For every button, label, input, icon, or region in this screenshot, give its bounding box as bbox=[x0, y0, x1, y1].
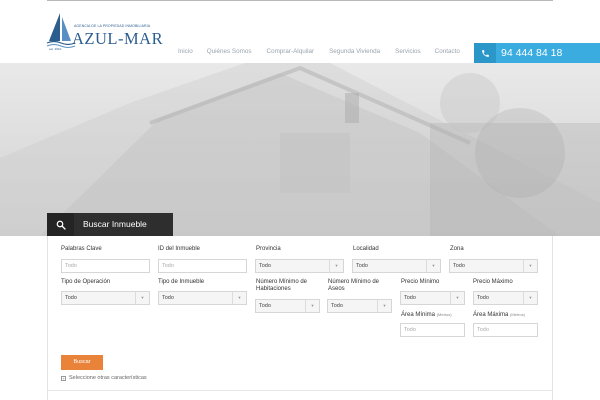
chevron-down-icon: ▼ bbox=[329, 260, 343, 272]
chevron-down-icon: ▼ bbox=[135, 292, 149, 304]
palabras-clave-input[interactable]: Todo bbox=[61, 259, 150, 273]
zona-value: Todo bbox=[453, 263, 465, 269]
zona-label: Zona bbox=[450, 246, 464, 252]
aseos-label: Número Mínimo de Aseos bbox=[328, 279, 380, 292]
more-features-label: Seleccione otras características bbox=[69, 375, 147, 381]
area-maxima-unit: (Metros) bbox=[510, 312, 525, 317]
precio-minimo-select[interactable]: Todo ▼ bbox=[400, 291, 465, 305]
area-maxima-label: Área Máxima (Metros) bbox=[473, 311, 525, 319]
palabras-clave-label: Palabras Clave bbox=[61, 246, 102, 252]
localidad-value: Todo bbox=[356, 263, 368, 269]
precio-maximo-label: Precio Máximo bbox=[473, 279, 513, 285]
precio-maximo-select[interactable]: Todo ▼ bbox=[473, 291, 538, 305]
chevron-down-icon: ▼ bbox=[426, 260, 440, 272]
area-maxima-input[interactable]: Todo bbox=[473, 323, 538, 337]
id-inmueble-input[interactable]: Todo bbox=[158, 259, 247, 273]
precio-maximo-value: Todo bbox=[477, 295, 489, 301]
search-icon bbox=[47, 213, 74, 236]
provincia-label: Provincia bbox=[256, 246, 281, 252]
tipo-inmueble-label: Tipo de Inmueble bbox=[158, 279, 205, 285]
brand-est: est. 2010 bbox=[49, 47, 62, 51]
area-minima-unit: (Metros) bbox=[436, 312, 452, 317]
nav-item-servicios[interactable]: Servicios bbox=[395, 48, 421, 58]
provincia-value: Todo bbox=[259, 263, 271, 269]
nav-item-quienes-somos[interactable]: Quiénes Somos bbox=[207, 48, 252, 58]
tipo-operacion-value: Todo bbox=[65, 295, 77, 301]
chevron-down-icon: ▼ bbox=[523, 260, 537, 272]
panel-divider bbox=[47, 390, 553, 391]
phone-number: 94 444 84 18 bbox=[501, 47, 563, 59]
precio-minimo-label: Precio Mínimo bbox=[401, 279, 440, 285]
area-maxima-label-text: Área Máxima bbox=[473, 312, 509, 318]
brand-name: AZUL-MAR bbox=[72, 29, 164, 48]
aseos-select[interactable]: Todo ▼ bbox=[327, 299, 392, 313]
tab-buscar-inmueble[interactable]: Buscar Inmueble bbox=[47, 213, 173, 236]
area-minima-label-text: Área Mínima bbox=[401, 312, 436, 318]
precio-minimo-value: Todo bbox=[404, 295, 416, 301]
tipo-operacion-label: Tipo de Operación bbox=[61, 279, 111, 285]
habitaciones-value: Todo bbox=[259, 303, 271, 309]
nav-item-contacto[interactable]: Contacto bbox=[435, 48, 460, 58]
brand-tagline: AGENCIA DE LA PROPIEDAD INMOBILIARIA bbox=[74, 24, 151, 28]
site-header: AGENCIA DE LA PROPIEDAD INMOBILIARIA AZU… bbox=[0, 1, 600, 64]
search-tab-label: Buscar Inmueble bbox=[83, 219, 147, 229]
plus-icon: + bbox=[61, 376, 66, 381]
id-inmueble-label: ID del Inmueble bbox=[158, 246, 201, 252]
buscar-button[interactable]: Buscar bbox=[61, 355, 103, 370]
localidad-select[interactable]: Todo ▼ bbox=[352, 259, 441, 273]
main-nav: Inicio Quiénes Somos Comprar-Alquilar Se… bbox=[178, 48, 460, 58]
chevron-down-icon: ▼ bbox=[377, 300, 391, 312]
hero-house-image bbox=[0, 63, 600, 236]
chevron-down-icon: ▼ bbox=[305, 300, 319, 312]
brand-logo[interactable]: AGENCIA DE LA PROPIEDAD INMOBILIARIA AZU… bbox=[46, 11, 164, 51]
zona-select[interactable]: Todo ▼ bbox=[449, 259, 538, 273]
nav-item-segunda-vivienda[interactable]: Segunda Vivienda bbox=[329, 48, 380, 58]
nav-item-inicio[interactable]: Inicio bbox=[178, 48, 193, 58]
localidad-label: Localidad bbox=[353, 246, 379, 252]
chevron-down-icon: ▼ bbox=[450, 292, 464, 304]
phone-box[interactable]: 94 444 84 18 bbox=[474, 43, 600, 64]
tipo-operacion-select[interactable]: Todo ▼ bbox=[61, 291, 150, 305]
area-minima-label: Área Mínima (Metros) bbox=[401, 311, 452, 319]
tipo-inmueble-select[interactable]: Todo ▼ bbox=[158, 291, 247, 305]
more-features-toggle[interactable]: + Seleccione otras características bbox=[61, 375, 147, 381]
tipo-inmueble-value: Todo bbox=[162, 295, 174, 301]
area-minima-input[interactable]: Todo bbox=[400, 323, 465, 337]
chevron-down-icon: ▼ bbox=[523, 292, 537, 304]
aseos-value: Todo bbox=[331, 303, 343, 309]
chevron-down-icon: ▼ bbox=[232, 292, 246, 304]
habitaciones-label: Número Mínimo de Habitaciones bbox=[256, 279, 308, 292]
habitaciones-select[interactable]: Todo ▼ bbox=[255, 299, 320, 313]
nav-item-comprar-alquilar[interactable]: Comprar-Alquilar bbox=[267, 48, 315, 58]
provincia-select[interactable]: Todo ▼ bbox=[255, 259, 344, 273]
phone-icon bbox=[474, 43, 496, 64]
hero-banner bbox=[0, 63, 600, 236]
